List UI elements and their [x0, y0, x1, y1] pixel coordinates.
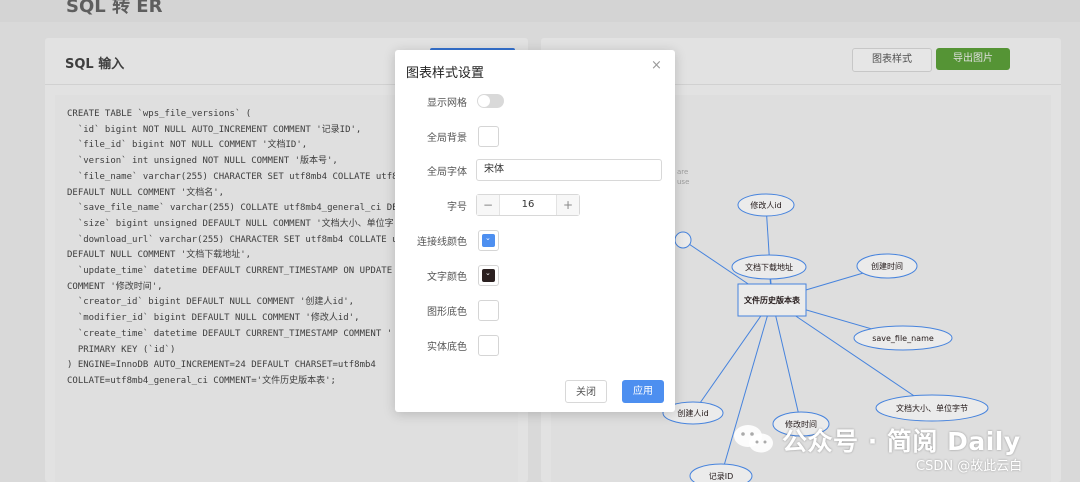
entity-fill-label: 实体底色 [427, 342, 467, 353]
apply-button[interactable]: 应用 [622, 380, 664, 403]
background-row: 全局背景 [395, 124, 675, 148]
show-grid-row: 显示网格 [395, 89, 675, 113]
entity-fill-color-picker[interactable] [478, 335, 499, 356]
font-size-stepper: − 16 + [476, 194, 580, 216]
text-color-picker[interactable]: ⌄ [478, 265, 499, 286]
shape-fill-label: 图形底色 [427, 307, 467, 318]
toggle-knob [478, 95, 490, 107]
shape-fill-color-picker[interactable] [478, 300, 499, 321]
line-color-label: 连接线颜色 [417, 237, 467, 248]
close-icon[interactable]: × [651, 58, 662, 73]
source-credit: CSDN @故此云白 [916, 459, 1023, 474]
increment-button[interactable]: + [556, 195, 579, 215]
font-label: 全局字体 [427, 167, 467, 178]
text-color-label: 文字颜色 [427, 272, 467, 283]
chevron-down-icon: ⌄ [485, 269, 491, 277]
text-color-row: 文字颜色 ⌄ [395, 263, 675, 287]
font-input[interactable]: 宋体 [476, 159, 662, 181]
chart-style-dialog: 图表样式设置 × 显示网格 全局背景 全局字体 宋体 字号 − 16 + 连接线… [395, 50, 675, 412]
dialog-title: 图表样式设置 [406, 66, 485, 81]
chevron-down-icon: ⌄ [485, 234, 491, 242]
decrement-button[interactable]: − [477, 195, 500, 215]
line-color-picker[interactable]: ⌄ [478, 230, 499, 251]
wechat-icon [734, 425, 773, 453]
entity-fill-row: 实体底色 [395, 333, 675, 357]
font-size-row: 字号 − 16 + [395, 193, 675, 217]
font-size-label: 字号 [447, 202, 467, 213]
show-grid-label: 显示网格 [427, 98, 467, 109]
line-color-row: 连接线颜色 ⌄ [395, 228, 675, 252]
shape-fill-row: 图形底色 [395, 298, 675, 322]
background-color-picker[interactable] [478, 126, 499, 147]
background-label: 全局背景 [427, 133, 467, 144]
show-grid-toggle[interactable] [477, 94, 504, 108]
font-row: 全局字体 宋体 [395, 158, 675, 182]
watermark-text: 公众号 · 简阅 Daily [782, 427, 1021, 456]
font-size-value[interactable]: 16 [500, 195, 556, 215]
close-button[interactable]: 关闭 [565, 380, 607, 403]
